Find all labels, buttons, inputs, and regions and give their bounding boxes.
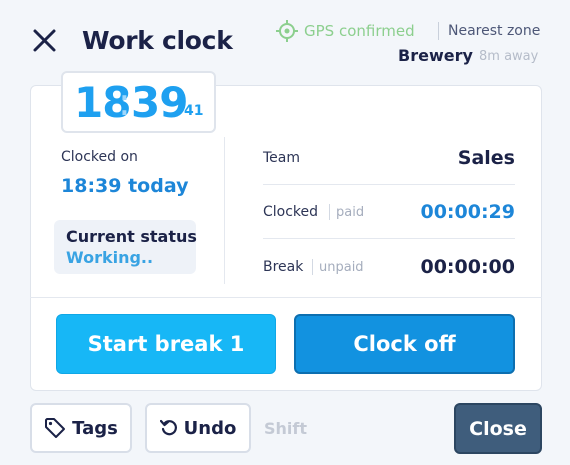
clocked-sub: paid <box>336 205 365 220</box>
shift-link[interactable]: Shift <box>264 419 307 438</box>
clock-off-button[interactable]: Clock off <box>294 314 515 374</box>
break-sub: unpaid <box>319 260 364 275</box>
clock-separator: : <box>118 80 131 124</box>
start-break-button[interactable]: Start break 1 <box>56 314 276 374</box>
gps-status-text: GPS confirmed <box>304 22 415 40</box>
clocked-on-value: 18:39 today <box>61 175 189 197</box>
close-icon[interactable] <box>30 26 60 56</box>
column-divider <box>224 137 225 284</box>
clock-seconds: 41 <box>184 103 204 119</box>
card-divider <box>30 297 542 298</box>
clocked-on-label: Clocked on <box>61 149 138 165</box>
break-value: 00:00:00 <box>420 256 515 278</box>
nearest-zone-label: Nearest zone <box>448 23 541 39</box>
undo-button[interactable]: Undo <box>145 403 251 453</box>
clocked-value: 00:00:29 <box>420 201 515 223</box>
undo-label: Undo <box>183 417 237 439</box>
work-clock-dialog: Work clock GPS confirmed Nearest zone Br… <box>0 0 570 465</box>
tag-icon <box>45 418 66 438</box>
status-label: Current status <box>66 227 197 246</box>
dialog-title: Work clock <box>82 26 233 55</box>
row-sub-divider <box>312 259 313 275</box>
tags-label: Tags <box>72 417 118 439</box>
crosshair-icon <box>276 20 298 42</box>
undo-icon <box>159 419 177 436</box>
header-divider <box>438 22 439 40</box>
team-value: Sales <box>457 147 515 169</box>
clock-minutes: 39 <box>131 78 188 127</box>
row-sub-divider <box>329 204 330 220</box>
row-divider <box>263 238 515 239</box>
break-label: Break <box>263 259 304 275</box>
close-button[interactable]: Close <box>454 403 542 454</box>
team-label: Team <box>263 150 301 166</box>
clocked-label: Clocked <box>263 204 319 220</box>
zone-name: Brewery <box>398 46 473 65</box>
zone-distance: 8m away <box>479 49 539 64</box>
row-divider <box>263 184 515 185</box>
status-value: Working.. <box>66 248 154 267</box>
tags-button[interactable]: Tags <box>30 403 132 453</box>
gps-status: GPS confirmed <box>276 20 415 42</box>
